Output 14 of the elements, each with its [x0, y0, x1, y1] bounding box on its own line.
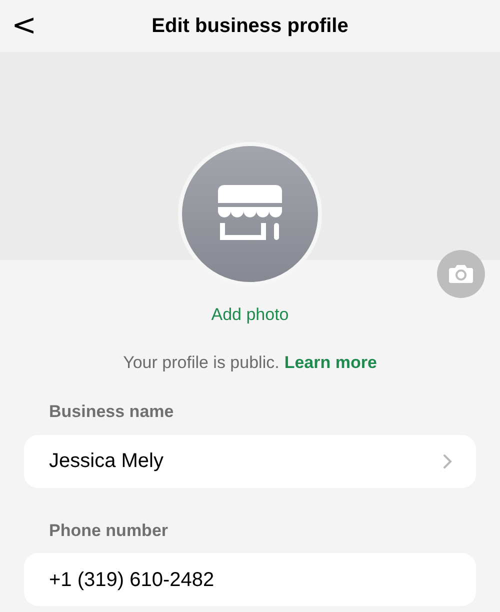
camera-icon: [448, 264, 474, 284]
field-row[interactable]: Jessica Mely: [24, 434, 476, 488]
add-photo-link[interactable]: Add photo: [211, 302, 289, 328]
chevron-icon: [443, 454, 452, 468]
camera-button[interactable]: [437, 250, 485, 298]
field-value: Jessica Mely: [49, 449, 164, 474]
field-value: +1 (319) 610-2482: [49, 568, 214, 592]
page-title: Edit business profile: [152, 14, 348, 39]
field-label: Phone number: [48, 520, 170, 542]
field-label: Business name: [48, 401, 175, 423]
back-button[interactable]: <: [12, 8, 36, 44]
learn-more-link[interactable]: Learn more: [284, 350, 377, 375]
field-row[interactable]: +1 (319) 610-2482: [24, 553, 476, 606]
public-notice: Your profile is public.: [123, 352, 280, 374]
